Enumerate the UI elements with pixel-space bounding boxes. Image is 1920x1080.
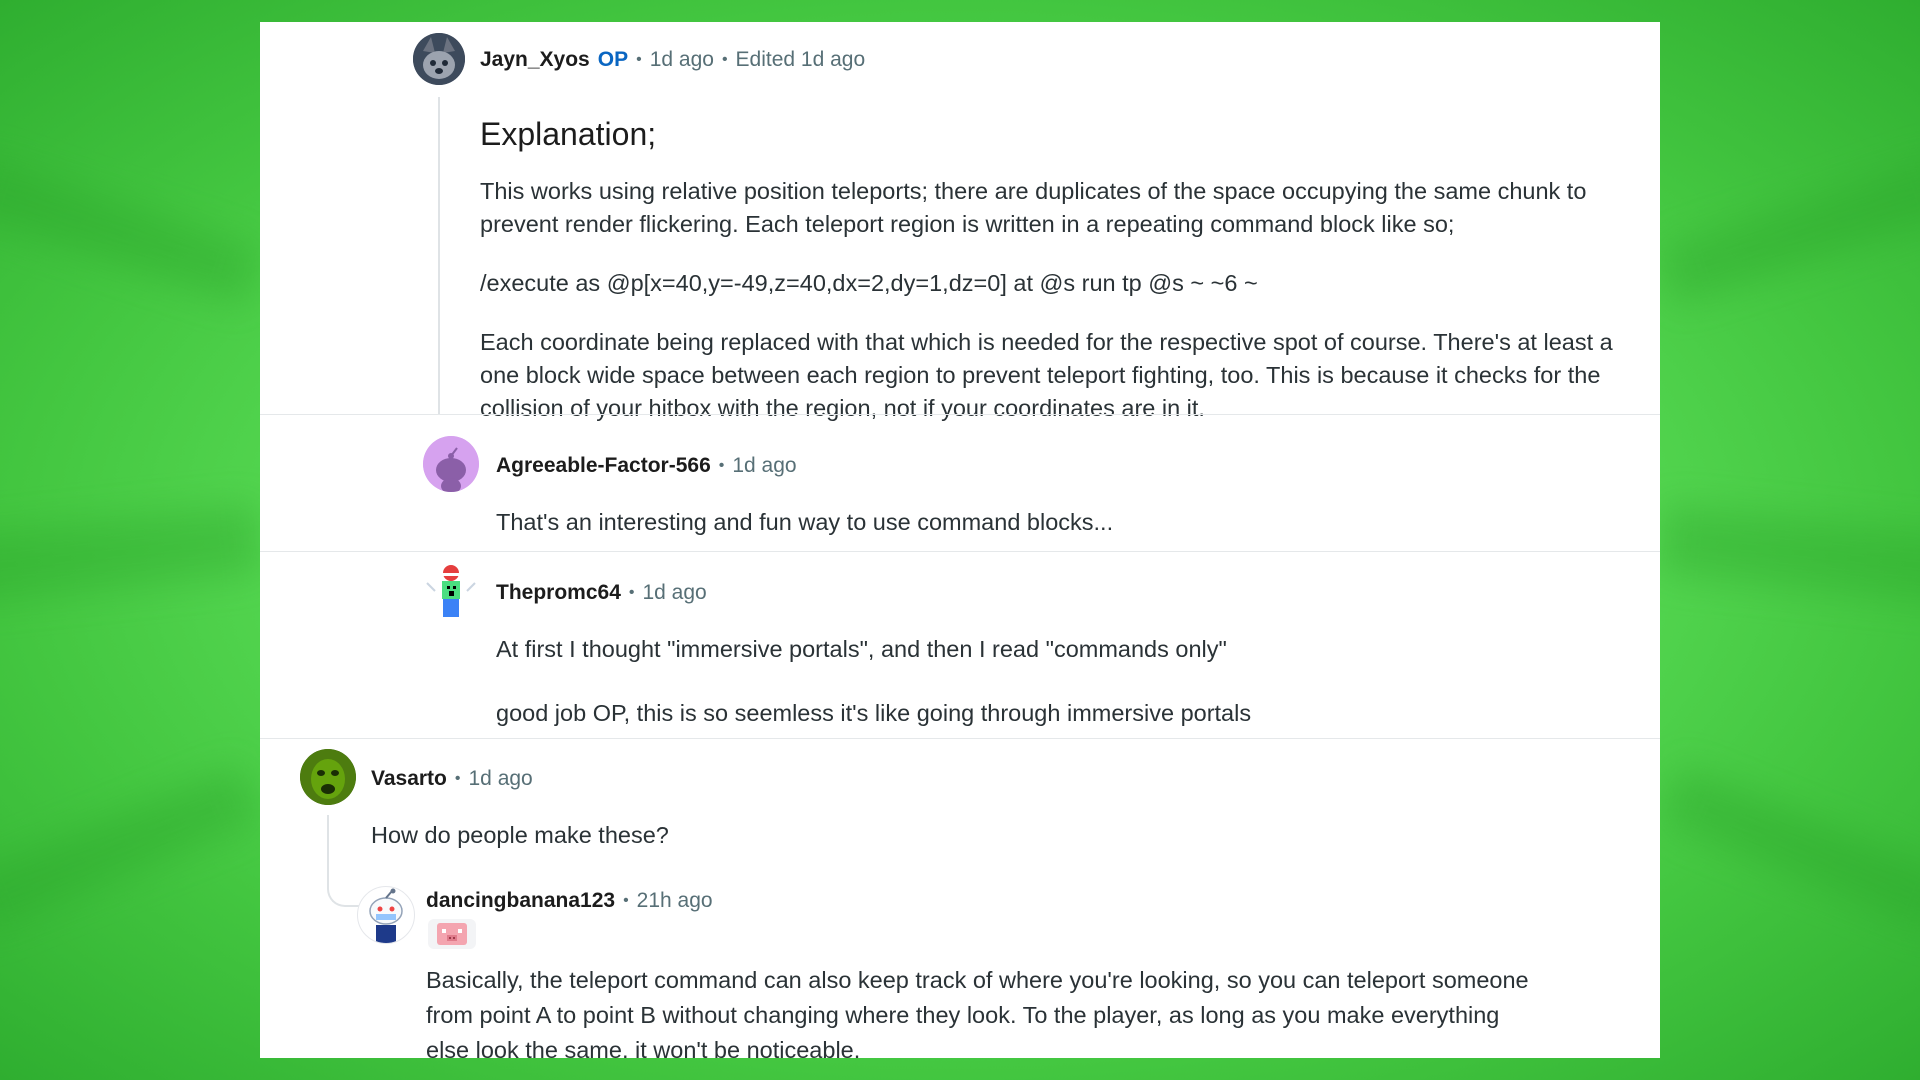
avatar-agreeable-factor[interactable] bbox=[423, 436, 479, 492]
avatar-dancingbanana123[interactable] bbox=[357, 886, 415, 944]
avatar-thepromc64[interactable] bbox=[423, 563, 479, 619]
thread-line[interactable] bbox=[438, 97, 440, 415]
separator-dot: • bbox=[718, 457, 725, 474]
snoo-avatar-icon bbox=[423, 436, 479, 492]
timestamp[interactable]: 1d ago bbox=[732, 454, 796, 478]
timestamp[interactable]: 1d ago bbox=[650, 48, 714, 72]
comment-paragraph: Basically, the teleport command can also… bbox=[426, 967, 1529, 1058]
separator-dot: • bbox=[454, 770, 461, 787]
face-avatar-icon bbox=[300, 749, 356, 805]
separator-dot: • bbox=[623, 892, 629, 909]
separator-dot: • bbox=[721, 51, 728, 68]
edited-label: Edited 1d ago bbox=[735, 48, 866, 71]
separator-dot: • bbox=[628, 584, 635, 601]
separator-dot: • bbox=[636, 51, 642, 68]
avatar-vasarto[interactable] bbox=[300, 749, 356, 805]
comment-paragraph: At first I thought "immersive portals", … bbox=[496, 636, 1227, 662]
timestamp[interactable]: 21h ago bbox=[637, 889, 713, 913]
comment-divider bbox=[260, 551, 1660, 552]
comment-paragraph: good job OP, this is so seemless it's li… bbox=[496, 700, 1252, 726]
snoo-avatar-icon bbox=[369, 888, 403, 943]
timestamp[interactable]: 1d ago bbox=[469, 767, 533, 791]
comment-meta: Jayn_Xyos OP • 1d ago • Edited 1d ago bbox=[480, 48, 865, 72]
comment-paragraph: That's an interesting and fun way to use… bbox=[496, 509, 1114, 535]
background-ray bbox=[0, 155, 262, 305]
comment-meta: Agreeable-Factor-566 • 1d ago bbox=[496, 454, 797, 478]
username-link[interactable]: dancingbanana123 bbox=[426, 889, 615, 913]
character-avatar-icon bbox=[426, 565, 476, 617]
user-flair-icon bbox=[428, 919, 476, 949]
comment-paragraph: Each coordinate being replaced with that… bbox=[480, 329, 1613, 421]
username-link[interactable]: Thepromc64 bbox=[496, 581, 621, 605]
background-ray bbox=[1659, 765, 1920, 935]
comment-divider bbox=[260, 414, 1660, 415]
reply-connector[interactable] bbox=[327, 815, 359, 907]
comment-paragraph: How do people make these? bbox=[371, 822, 669, 848]
comment-meta: Thepromc64 • 1d ago bbox=[496, 581, 707, 605]
timestamp[interactable]: 1d ago bbox=[642, 581, 706, 605]
avatar-jayn-xyos[interactable] bbox=[413, 33, 465, 85]
background-ray bbox=[1657, 503, 1920, 607]
pig-flair-icon bbox=[437, 923, 467, 945]
wolf-avatar-icon bbox=[413, 33, 465, 85]
comment-meta: Vasarto • 1d ago bbox=[371, 767, 533, 791]
background-ray bbox=[0, 765, 261, 935]
comment-thread-card: Jayn_Xyos OP • 1d ago • Edited 1d ago Ex… bbox=[260, 22, 1660, 1058]
comment-paragraph: This works using relative position telep… bbox=[480, 178, 1587, 237]
username-link[interactable]: Vasarto bbox=[371, 767, 447, 791]
background-ray bbox=[1658, 155, 1920, 305]
comment-divider bbox=[260, 738, 1660, 739]
command-paragraph: /execute as @p[x=40,y=-49,z=40,dx=2,dy=1… bbox=[480, 270, 1258, 296]
comment-heading: Explanation; bbox=[480, 116, 657, 152]
username-link[interactable]: Jayn_Xyos bbox=[480, 48, 590, 72]
background-ray bbox=[0, 503, 263, 607]
comment-meta: dancingbanana123 • 21h ago bbox=[426, 889, 713, 913]
op-badge: OP bbox=[597, 48, 629, 71]
username-link[interactable]: Agreeable-Factor-566 bbox=[496, 454, 711, 478]
